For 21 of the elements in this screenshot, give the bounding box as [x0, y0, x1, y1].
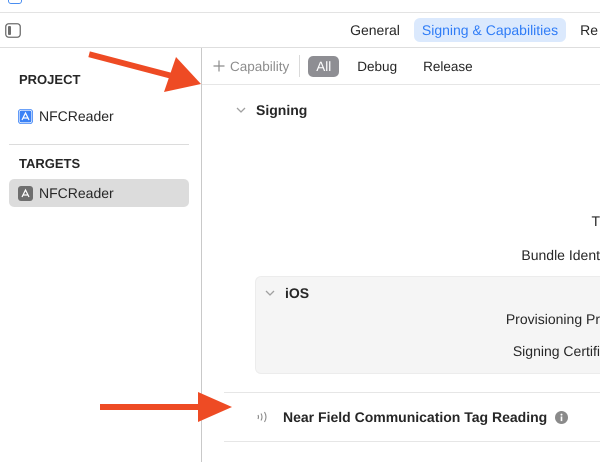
- chevron-icon[interactable]: [265, 288, 275, 298]
- section-title: Signing: [256, 102, 308, 118]
- chevron-icon[interactable]: [236, 105, 246, 115]
- section-header: PROJECT: [19, 72, 80, 89]
- sidebar-item[interactable]: NFCReader: [9, 179, 189, 207]
- filter-tab[interactable]: Debug: [349, 56, 406, 76]
- field-label: Bundle Ident: [521, 247, 600, 263]
- sidebar-toggle-icon[interactable]: [5, 22, 21, 38]
- nfc-waves-icon: [257, 411, 269, 423]
- filter-tab[interactable]: Release: [415, 56, 481, 76]
- capability-title: Near Field Communication Tag Reading: [283, 409, 548, 425]
- sidebar-item[interactable]: NFCReader: [9, 102, 189, 130]
- field-label: Provisioning Pr: [506, 311, 600, 327]
- field-label: Signing Certifi: [512, 343, 600, 359]
- plus-icon: [213, 60, 225, 72]
- tab[interactable]: Re: [572, 18, 600, 42]
- info-icon[interactable]: [555, 410, 568, 424]
- section-header: TARGETS: [19, 156, 80, 173]
- field-label: T: [591, 213, 600, 229]
- section-title: iOS: [285, 285, 310, 301]
- tab[interactable]: General: [342, 18, 408, 42]
